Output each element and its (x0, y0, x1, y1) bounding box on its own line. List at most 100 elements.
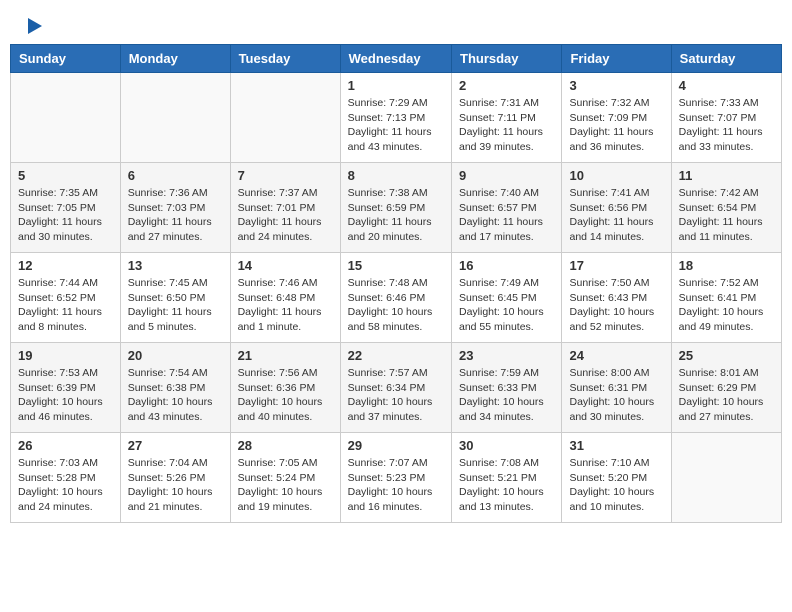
calendar-cell: 17 Sunrise: 7:50 AM Sunset: 6:43 PM Dayli… (562, 253, 671, 343)
header-wednesday: Wednesday (340, 45, 451, 73)
day-number: 24 (569, 348, 663, 363)
day-number: 23 (459, 348, 554, 363)
calendar-week-row: 1 Sunrise: 7:29 AM Sunset: 7:13 PM Daylig… (11, 73, 782, 163)
day-number: 1 (348, 78, 444, 93)
calendar-cell: 24 Sunrise: 8:00 AM Sunset: 6:31 PM Dayli… (562, 343, 671, 433)
day-number: 31 (569, 438, 663, 453)
calendar-cell: 9 Sunrise: 7:40 AM Sunset: 6:57 PM Daylig… (452, 163, 562, 253)
day-number: 11 (679, 168, 774, 183)
day-info: Sunrise: 7:03 AM Sunset: 5:28 PM Dayligh… (18, 456, 113, 515)
day-info: Sunrise: 7:07 AM Sunset: 5:23 PM Dayligh… (348, 456, 444, 515)
calendar-cell (671, 433, 781, 523)
logo-arrow-icon (28, 18, 42, 34)
calendar-cell: 4 Sunrise: 7:33 AM Sunset: 7:07 PM Daylig… (671, 73, 781, 163)
day-number: 12 (18, 258, 113, 273)
calendar-week-row: 12 Sunrise: 7:44 AM Sunset: 6:52 PM Dayli… (11, 253, 782, 343)
header-sunday: Sunday (11, 45, 121, 73)
day-number: 22 (348, 348, 444, 363)
day-number: 8 (348, 168, 444, 183)
header-thursday: Thursday (452, 45, 562, 73)
day-number: 17 (569, 258, 663, 273)
calendar-cell: 3 Sunrise: 7:32 AM Sunset: 7:09 PM Daylig… (562, 73, 671, 163)
day-number: 20 (128, 348, 223, 363)
calendar-cell: 12 Sunrise: 7:44 AM Sunset: 6:52 PM Dayli… (11, 253, 121, 343)
day-info: Sunrise: 7:56 AM Sunset: 6:36 PM Dayligh… (238, 366, 333, 425)
calendar-cell: 18 Sunrise: 7:52 AM Sunset: 6:41 PM Dayli… (671, 253, 781, 343)
day-info: Sunrise: 7:49 AM Sunset: 6:45 PM Dayligh… (459, 276, 554, 335)
calendar-cell: 30 Sunrise: 7:08 AM Sunset: 5:21 PM Dayli… (452, 433, 562, 523)
calendar-cell: 25Sunrise: 8:01 AM Sunset: 6:29 PM Dayli… (671, 343, 781, 433)
calendar-cell: 2 Sunrise: 7:31 AM Sunset: 7:11 PM Daylig… (452, 73, 562, 163)
calendar-cell: 26Sunrise: 7:03 AM Sunset: 5:28 PM Dayli… (11, 433, 121, 523)
day-number: 25 (679, 348, 774, 363)
calendar-cell: 11 Sunrise: 7:42 AM Sunset: 6:54 PM Dayli… (671, 163, 781, 253)
day-info: Sunrise: 7:10 AM Sunset: 5:20 PM Dayligh… (569, 456, 663, 515)
calendar-cell: 28 Sunrise: 7:05 AM Sunset: 5:24 PM Dayli… (230, 433, 340, 523)
page-header (10, 10, 782, 39)
calendar-cell (230, 73, 340, 163)
day-info: Sunrise: 7:53 AM Sunset: 6:39 PM Dayligh… (18, 366, 113, 425)
calendar-cell: 27 Sunrise: 7:04 AM Sunset: 5:26 PM Dayli… (120, 433, 230, 523)
day-info: Sunrise: 8:00 AM Sunset: 6:31 PM Dayligh… (569, 366, 663, 425)
day-number: 14 (238, 258, 333, 273)
calendar-cell: 29 Sunrise: 7:07 AM Sunset: 5:23 PM Dayli… (340, 433, 451, 523)
calendar-table: SundayMondayTuesdayWednesdayThursdayFrid… (10, 44, 782, 523)
day-number: 2 (459, 78, 554, 93)
day-info: Sunrise: 7:08 AM Sunset: 5:21 PM Dayligh… (459, 456, 554, 515)
day-info: Sunrise: 7:29 AM Sunset: 7:13 PM Dayligh… (348, 96, 444, 155)
day-info: Sunrise: 7:35 AM Sunset: 7:05 PM Dayligh… (18, 186, 113, 245)
calendar-cell: 6Sunrise: 7:36 AM Sunset: 7:03 PM Daylig… (120, 163, 230, 253)
calendar-cell: 16Sunrise: 7:49 AM Sunset: 6:45 PM Dayli… (452, 253, 562, 343)
header-monday: Monday (120, 45, 230, 73)
calendar-cell: 1 Sunrise: 7:29 AM Sunset: 7:13 PM Daylig… (340, 73, 451, 163)
calendar-cell: 8 Sunrise: 7:38 AM Sunset: 6:59 PM Daylig… (340, 163, 451, 253)
day-info: Sunrise: 7:37 AM Sunset: 7:01 PM Dayligh… (238, 186, 333, 245)
logo (25, 20, 42, 34)
day-number: 3 (569, 78, 663, 93)
day-info: Sunrise: 7:44 AM Sunset: 6:52 PM Dayligh… (18, 276, 113, 335)
day-info: Sunrise: 7:36 AM Sunset: 7:03 PM Dayligh… (128, 186, 223, 245)
day-info: Sunrise: 7:04 AM Sunset: 5:26 PM Dayligh… (128, 456, 223, 515)
day-info: Sunrise: 7:05 AM Sunset: 5:24 PM Dayligh… (238, 456, 333, 515)
day-info: Sunrise: 7:40 AM Sunset: 6:57 PM Dayligh… (459, 186, 554, 245)
day-number: 13 (128, 258, 223, 273)
calendar-cell: 10 Sunrise: 7:41 AM Sunset: 6:56 PM Dayli… (562, 163, 671, 253)
day-info: Sunrise: 7:41 AM Sunset: 6:56 PM Dayligh… (569, 186, 663, 245)
day-number: 29 (348, 438, 444, 453)
calendar-cell: 15 Sunrise: 7:48 AM Sunset: 6:46 PM Dayli… (340, 253, 451, 343)
day-number: 10 (569, 168, 663, 183)
header-tuesday: Tuesday (230, 45, 340, 73)
day-info: Sunrise: 7:52 AM Sunset: 6:41 PM Dayligh… (679, 276, 774, 335)
day-number: 18 (679, 258, 774, 273)
day-number: 28 (238, 438, 333, 453)
day-info: Sunrise: 7:48 AM Sunset: 6:46 PM Dayligh… (348, 276, 444, 335)
day-info: Sunrise: 7:31 AM Sunset: 7:11 PM Dayligh… (459, 96, 554, 155)
day-info: Sunrise: 7:32 AM Sunset: 7:09 PM Dayligh… (569, 96, 663, 155)
calendar-cell (120, 73, 230, 163)
calendar-cell: 19 Sunrise: 7:53 AM Sunset: 6:39 PM Dayli… (11, 343, 121, 433)
calendar-week-row: 5Sunrise: 7:35 AM Sunset: 7:05 PM Daylig… (11, 163, 782, 253)
calendar-cell: 14 Sunrise: 7:46 AM Sunset: 6:48 PM Dayli… (230, 253, 340, 343)
day-number: 30 (459, 438, 554, 453)
day-info: Sunrise: 7:54 AM Sunset: 6:38 PM Dayligh… (128, 366, 223, 425)
calendar-cell (11, 73, 121, 163)
day-info: Sunrise: 7:46 AM Sunset: 6:48 PM Dayligh… (238, 276, 333, 335)
header-friday: Friday (562, 45, 671, 73)
calendar-header-row: SundayMondayTuesdayWednesdayThursdayFrid… (11, 45, 782, 73)
day-info: Sunrise: 7:57 AM Sunset: 6:34 PM Dayligh… (348, 366, 444, 425)
day-info: Sunrise: 7:42 AM Sunset: 6:54 PM Dayligh… (679, 186, 774, 245)
day-number: 9 (459, 168, 554, 183)
day-number: 27 (128, 438, 223, 453)
calendar-cell: 22 Sunrise: 7:57 AM Sunset: 6:34 PM Dayli… (340, 343, 451, 433)
day-info: Sunrise: 7:33 AM Sunset: 7:07 PM Dayligh… (679, 96, 774, 155)
calendar-cell: 21Sunrise: 7:56 AM Sunset: 6:36 PM Dayli… (230, 343, 340, 433)
calendar-week-row: 26Sunrise: 7:03 AM Sunset: 5:28 PM Dayli… (11, 433, 782, 523)
day-info: Sunrise: 7:45 AM Sunset: 6:50 PM Dayligh… (128, 276, 223, 335)
day-number: 4 (679, 78, 774, 93)
day-number: 7 (238, 168, 333, 183)
day-number: 15 (348, 258, 444, 273)
day-info: Sunrise: 7:38 AM Sunset: 6:59 PM Dayligh… (348, 186, 444, 245)
day-number: 19 (18, 348, 113, 363)
calendar-cell: 13 Sunrise: 7:45 AM Sunset: 6:50 PM Dayli… (120, 253, 230, 343)
day-info: Sunrise: 7:50 AM Sunset: 6:43 PM Dayligh… (569, 276, 663, 335)
